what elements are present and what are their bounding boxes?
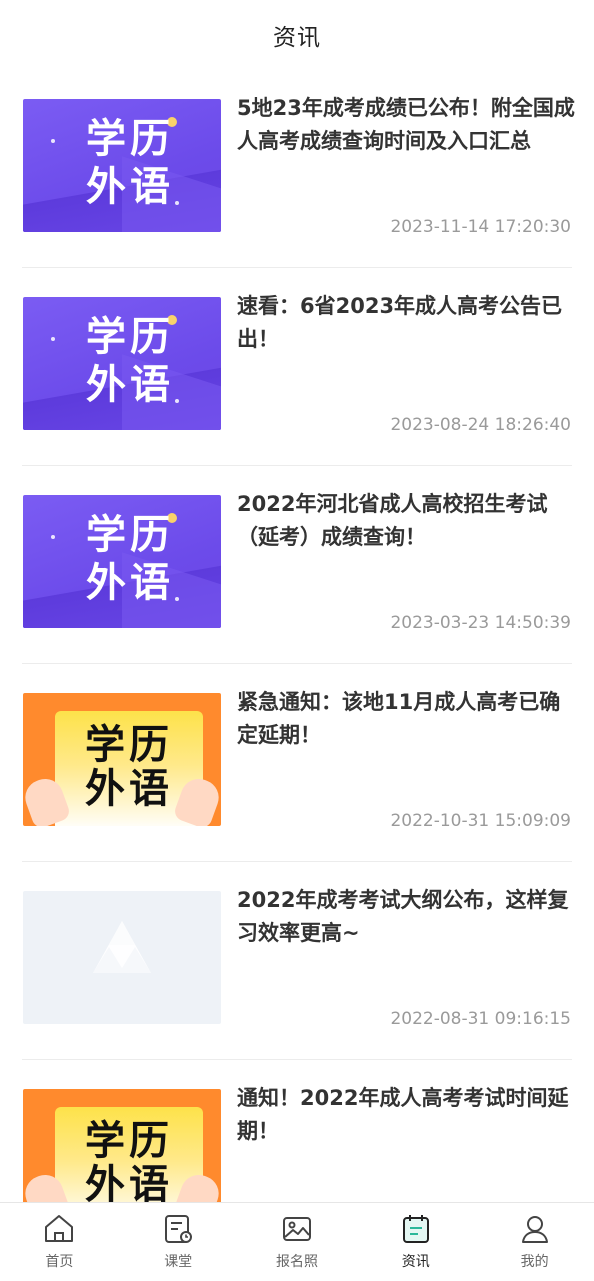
thumbnail-text-line1: 学历 bbox=[85, 1118, 173, 1164]
article-title[interactable]: 紧急通知：该地11月成人高考已确定延期！ bbox=[237, 686, 577, 752]
thumbnail-text-line2: 外语 bbox=[86, 362, 174, 408]
list-item[interactable]: 学历 外语 紧急通知：该地11月成人高考已确定延期！ 2022-10-31 15… bbox=[22, 664, 572, 862]
thumbnail-text-line1: 学历 bbox=[85, 722, 173, 768]
list-item[interactable]: 学历 外语 通知！2022年成人高考考试时间延期！ bbox=[22, 1060, 572, 1202]
thumbnail-text-line2: 外语 bbox=[86, 560, 174, 606]
tab-news[interactable]: 资讯 bbox=[356, 1203, 475, 1281]
home-icon bbox=[45, 1215, 74, 1242]
list-item[interactable]: 学历 外语 2022年河北省成人高校招生考试（延考）成绩查询！ 2023-03-… bbox=[22, 466, 572, 664]
article-time: 2023-11-14 17:20:30 bbox=[390, 217, 571, 237]
tab-label: 资讯 bbox=[401, 1254, 430, 1270]
tab-home[interactable]: 首页 bbox=[0, 1203, 119, 1281]
article-time: 2023-03-23 14:50:39 bbox=[390, 613, 571, 633]
article-title[interactable]: 5地23年成考成绩已公布！附全国成人高考成绩查询时间及入口汇总 bbox=[237, 92, 577, 158]
tab-label: 报名照 bbox=[275, 1254, 318, 1270]
classroom-icon bbox=[165, 1215, 193, 1243]
article-time: 2022-08-31 09:16:15 bbox=[390, 1009, 571, 1029]
article-thumbnail: 学历 外语 bbox=[23, 1089, 221, 1202]
article-time: 2023-08-24 18:26:40 bbox=[390, 415, 571, 435]
tab-classroom[interactable]: 课堂 bbox=[119, 1203, 238, 1281]
article-time: 2022-10-31 15:09:09 bbox=[390, 811, 571, 831]
thumbnail-text-line1: 学历 bbox=[86, 116, 174, 162]
article-title[interactable]: 2022年河北省成人高校招生考试（延考）成绩查询！ bbox=[237, 488, 577, 554]
tab-profile[interactable]: 我的 bbox=[475, 1203, 594, 1281]
thumbnail-text-line2: 外语 bbox=[85, 1162, 173, 1202]
article-title[interactable]: 速看：6省2023年成人高考公告已出！ bbox=[237, 290, 577, 356]
thumbnail-text-line1: 学历 bbox=[86, 314, 174, 360]
article-thumbnail: 学历 外语 bbox=[23, 99, 221, 232]
thumbnail-text-line2: 外语 bbox=[86, 164, 174, 210]
photo-icon bbox=[282, 1217, 311, 1241]
article-thumbnail: 学历 外语 bbox=[23, 495, 221, 628]
news-list[interactable]: 学历 外语 5地23年成考成绩已公布！附全国成人高考成绩查询时间及入口汇总 20… bbox=[0, 70, 594, 1202]
profile-icon bbox=[521, 1216, 548, 1243]
tab-label: 首页 bbox=[45, 1254, 74, 1270]
article-thumbnail: 学历 外语 bbox=[23, 297, 221, 430]
thumbnail-text-line1: 学历 bbox=[86, 512, 174, 558]
list-item[interactable]: 学历 外语 速看：6省2023年成人高考公告已出！ 2023-08-24 18:… bbox=[22, 268, 572, 466]
thumbnail-text-line2: 外语 bbox=[85, 766, 173, 812]
list-item[interactable]: 学历 外语 5地23年成考成绩已公布！附全国成人高考成绩查询时间及入口汇总 20… bbox=[22, 70, 575, 268]
top-bar: 资讯 bbox=[0, 0, 594, 70]
tab-label: 我的 bbox=[520, 1254, 549, 1270]
image-placeholder-icon bbox=[23, 891, 221, 1024]
page-title: 资讯 bbox=[273, 25, 321, 51]
news-icon bbox=[402, 1215, 429, 1243]
tab-photo[interactable]: 报名照 bbox=[238, 1203, 357, 1281]
article-thumbnail: 学历 外语 bbox=[23, 693, 221, 826]
article-title[interactable]: 2022年成考考试大纲公布，这样复习效率更高~ bbox=[237, 884, 577, 950]
list-item[interactable]: 2022年成考考试大纲公布，这样复习效率更高~ 2022-08-31 09:16… bbox=[22, 862, 572, 1060]
article-title[interactable]: 通知！2022年成人高考考试时间延期！ bbox=[237, 1082, 577, 1148]
tab-label: 课堂 bbox=[164, 1254, 193, 1270]
bottom-tab-bar: 首页 课堂 报名照 资讯 我的 bbox=[0, 1202, 594, 1281]
